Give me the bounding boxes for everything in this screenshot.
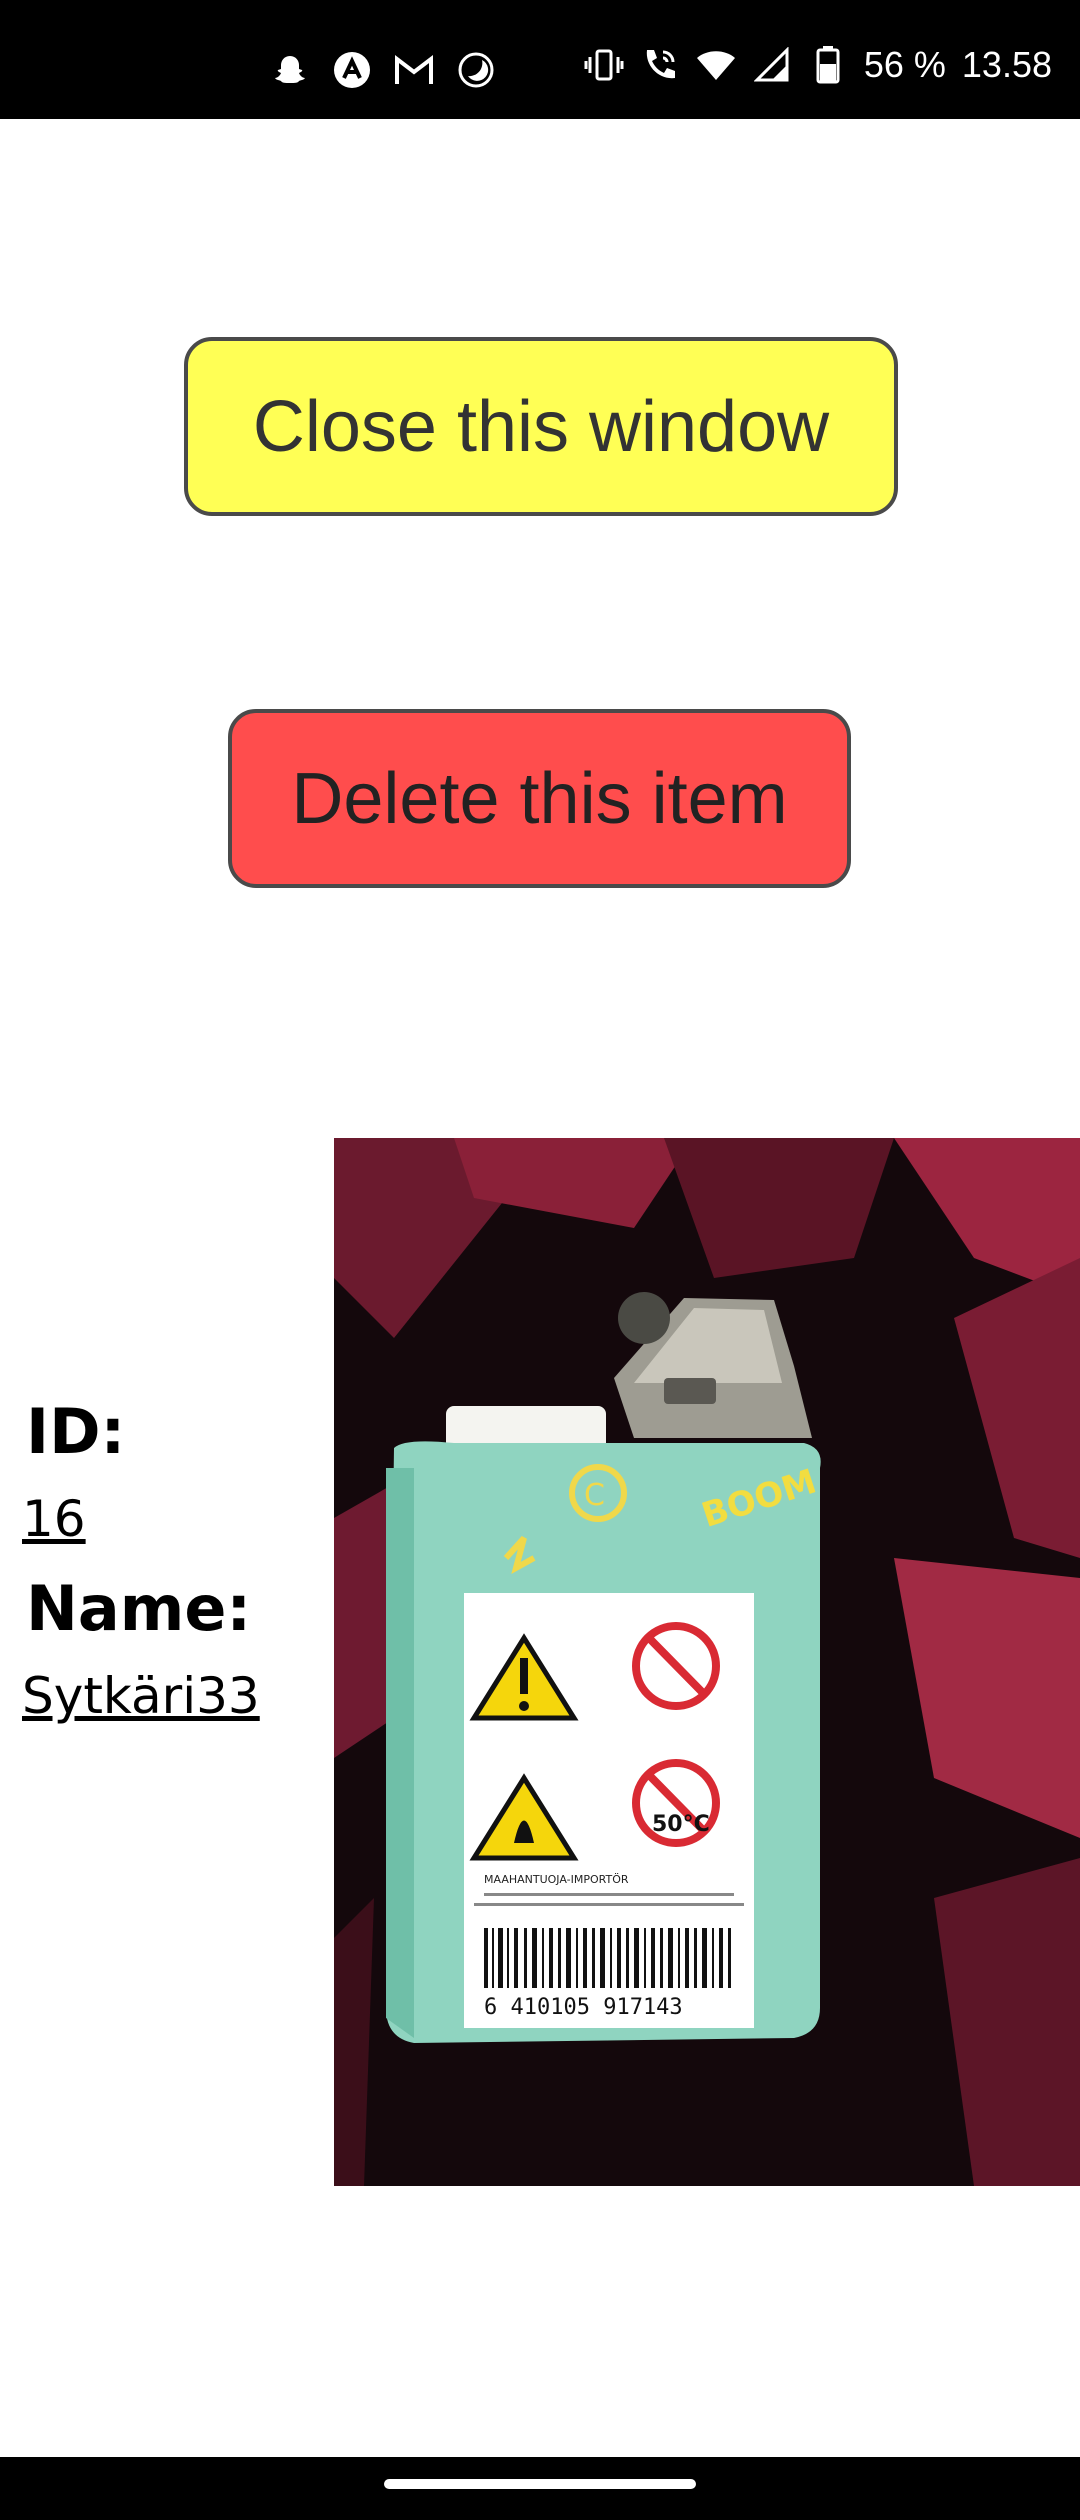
name-value: Sytkäri33 [22, 1667, 260, 1725]
lighter-photo-image: C BOOM 50°C MAAHANTUOJA-IMPORTÖR 6 41010… [334, 1138, 1080, 2186]
status-icons-left [270, 50, 496, 90]
barcode-number: 6 410105 917143 [484, 1995, 683, 2020]
status-bar: 56 % 13.58 [0, 0, 1080, 119]
snapchat-icon [270, 50, 310, 90]
gmail-icon [394, 50, 434, 90]
item-photo: C BOOM 50°C MAAHANTUOJA-IMPORTÖR 6 41010… [334, 1138, 1080, 2186]
close-window-button[interactable]: Close this window [184, 337, 898, 516]
wifi-call-icon [640, 45, 680, 85]
id-value: 16 [22, 1490, 86, 1548]
clock: 13.58 [961, 44, 1052, 85]
signal-icon [752, 45, 792, 85]
temp-warning-text: 50°C [652, 1812, 710, 1837]
home-handle[interactable] [384, 2479, 696, 2489]
wifi-icon [696, 45, 736, 85]
navigation-bar [0, 2457, 1080, 2520]
app-a-icon [332, 50, 372, 90]
id-label: ID: [26, 1395, 126, 1468]
vibrate-icon [584, 45, 624, 85]
battery-percent: 56 % [863, 44, 946, 85]
status-icons-right: 56 % 13.58 [584, 44, 1052, 86]
battery-icon [808, 45, 848, 85]
name-label: Name: [26, 1572, 252, 1645]
moon-icon [456, 50, 496, 90]
svg-text:C: C [584, 1478, 605, 1513]
importer-text: MAAHANTUOJA-IMPORTÖR [484, 1873, 629, 1886]
delete-item-button[interactable]: Delete this item [228, 709, 851, 888]
